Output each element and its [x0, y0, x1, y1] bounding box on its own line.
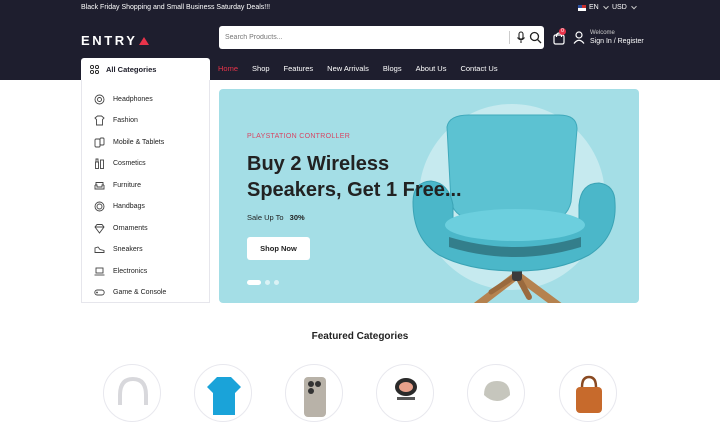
- featured-thumb-mobile[interactable]: [285, 364, 343, 422]
- currency-selector[interactable]: USD: [612, 3, 637, 11]
- grid-icon: [90, 64, 99, 74]
- carousel-dot-2[interactable]: [265, 280, 270, 285]
- category-item-electronics[interactable]: Electronics: [94, 265, 147, 277]
- headphones-icon: [94, 94, 105, 104]
- category-label: Handbags: [113, 202, 145, 210]
- category-item-sneakers[interactable]: Sneakers: [94, 243, 143, 255]
- hero-sale-text: Sale Up To 30%: [247, 213, 305, 222]
- microphone-icon[interactable]: [515, 31, 527, 44]
- category-label: Sneakers: [113, 245, 143, 253]
- carousel-dots: [247, 280, 279, 285]
- chair-product-image: [412, 114, 616, 303]
- signin-link[interactable]: Sign In / Register: [590, 38, 644, 45]
- search-input[interactable]: [225, 30, 505, 45]
- sale-value: 30%: [289, 213, 305, 222]
- hero-banner: PLAYSTATION CONTROLLER Buy 2 Wireless Sp…: [219, 89, 639, 303]
- search-divider: [509, 31, 510, 44]
- logo-text: ENTRY: [81, 33, 138, 48]
- promo-text: Black Friday Shopping and Small Business…: [81, 4, 271, 11]
- all-categories-button[interactable]: All Categories: [81, 58, 210, 80]
- sofa-icon: [94, 181, 105, 189]
- category-item-fashion[interactable]: Fashion: [94, 114, 138, 126]
- nav-link-new-arrivals[interactable]: New Arrivals: [327, 64, 369, 73]
- category-label: Furniture: [113, 181, 142, 189]
- diamond-icon: [94, 223, 105, 234]
- currency-label: USD: [612, 4, 627, 11]
- handbag-icon: [94, 201, 105, 211]
- nav-link-home[interactable]: Home: [218, 64, 238, 73]
- category-label: Game & Console: [113, 288, 167, 296]
- cosmetics-icon: [95, 158, 104, 169]
- hero-tagline: PLAYSTATION CONTROLLER: [247, 133, 351, 140]
- chevron-down-icon: [630, 3, 637, 9]
- category-label: Cosmetics: [113, 159, 146, 167]
- featured-categories-title: Featured Categories: [311, 331, 409, 342]
- gamepad-icon: [94, 289, 105, 295]
- tshirt-icon: [94, 115, 105, 125]
- logo-triangle-icon: [138, 36, 149, 45]
- nav-link-shop[interactable]: Shop: [252, 64, 270, 73]
- nav-link-contact-us[interactable]: Contact Us: [460, 64, 497, 73]
- welcome-text: Welcome: [590, 30, 615, 36]
- hero-headline: Buy 2 Wireless Speakers, Get 1 Free...: [247, 153, 462, 201]
- featured-thumb-fashion[interactable]: [194, 364, 252, 422]
- site-logo[interactable]: ENTRY: [81, 33, 149, 48]
- category-label: Fashion: [113, 116, 138, 124]
- nav-link-blogs[interactable]: Blogs: [383, 64, 402, 73]
- laptop-icon: [94, 267, 105, 275]
- sale-label: Sale Up To: [247, 213, 284, 222]
- chevron-down-icon: [602, 3, 609, 9]
- featured-thumb-handbags[interactable]: [559, 364, 617, 422]
- cart-count-badge: 0: [559, 28, 566, 35]
- language-selector[interactable]: EN: [578, 3, 609, 11]
- category-label: Electronics: [113, 267, 148, 275]
- shop-now-button[interactable]: Shop Now: [247, 237, 310, 260]
- category-item-mobile-tablets[interactable]: Mobile & Tablets: [94, 136, 164, 148]
- featured-thumb-cosmetics[interactable]: [376, 364, 434, 422]
- nav-link-features[interactable]: Features: [284, 64, 314, 73]
- category-item-handbags[interactable]: Handbags: [94, 200, 145, 212]
- top-bar: Black Friday Shopping and Small Business…: [0, 0, 720, 16]
- category-sidebar: Headphones Fashion Mobile & Tablets Cosm…: [81, 80, 210, 303]
- language-label: EN: [589, 4, 599, 11]
- category-item-game-console[interactable]: Game & Console: [94, 286, 166, 298]
- mobile-icon: [94, 137, 105, 147]
- category-item-ornaments[interactable]: Ornaments: [94, 222, 148, 234]
- category-item-furniture[interactable]: Furniture: [94, 179, 141, 191]
- search-icon[interactable]: [529, 31, 542, 44]
- nav-links: Home Shop Features New Arrivals Blogs Ab…: [218, 64, 512, 73]
- sneaker-icon: [94, 245, 105, 253]
- user-icon[interactable]: [573, 31, 585, 44]
- search-bar: [219, 26, 544, 49]
- category-label: Mobile & Tablets: [113, 138, 165, 146]
- us-flag-icon: [578, 4, 586, 11]
- nav-link-about-us[interactable]: About Us: [416, 64, 447, 73]
- category-label: Ornaments: [113, 224, 148, 232]
- carousel-dot-1[interactable]: [247, 280, 261, 285]
- featured-thumb-furniture[interactable]: [467, 364, 525, 422]
- category-item-cosmetics[interactable]: Cosmetics: [94, 157, 146, 169]
- category-label: Headphones: [113, 95, 153, 103]
- all-categories-label: All Categories: [106, 64, 157, 74]
- featured-thumb-headphones[interactable]: [103, 364, 161, 422]
- carousel-dot-3[interactable]: [274, 280, 279, 285]
- category-item-headphones[interactable]: Headphones: [94, 93, 153, 105]
